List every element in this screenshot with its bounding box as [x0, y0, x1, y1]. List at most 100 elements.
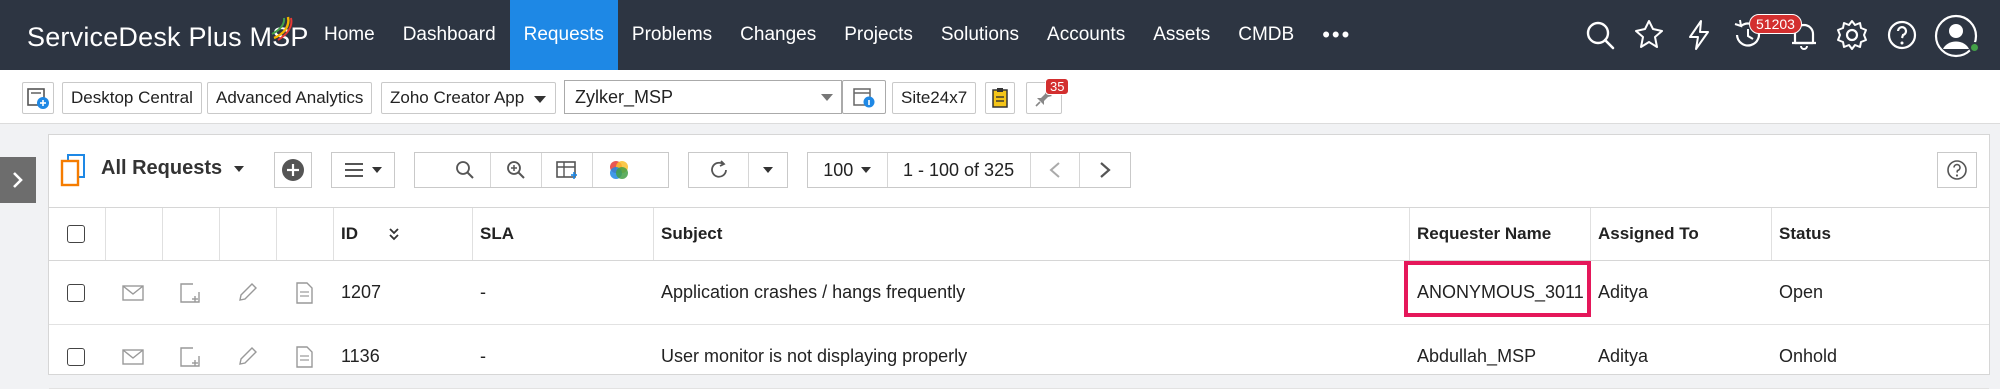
search-icon[interactable]	[1583, 18, 1617, 52]
add-note-icon[interactable]	[179, 261, 201, 324]
color-palette-icon	[609, 161, 628, 179]
requests-list-panel: All Requests 100 1 - 100 of 325 ID SLA S…	[48, 134, 1990, 389]
request-assigned-to[interactable]: Aditya	[1598, 261, 1648, 324]
zoho-creator-label: Zoho Creator App	[390, 88, 525, 107]
plus-circle-icon	[282, 159, 304, 181]
clipboard-button[interactable]	[985, 82, 1015, 114]
refresh-group	[688, 152, 788, 188]
select-all-checkbox[interactable]	[67, 208, 85, 260]
column-header-subject[interactable]: Subject	[661, 208, 722, 260]
nav-home[interactable]: Home	[310, 0, 389, 70]
chevron-down-icon	[234, 165, 245, 172]
zoho-creator-dropdown[interactable]: Zoho Creator App	[381, 82, 556, 114]
clipboard-icon	[992, 88, 1008, 108]
chevron-left-icon	[1049, 162, 1060, 178]
chevron-down-icon	[821, 94, 833, 101]
nav-requests[interactable]: Requests	[509, 0, 618, 70]
email-icon[interactable]	[122, 325, 144, 388]
nav-problems[interactable]: Problems	[618, 0, 726, 70]
request-subject[interactable]: User monitor is not displaying properly	[661, 325, 967, 388]
gear-icon[interactable]	[1835, 18, 1869, 52]
chevron-down-icon	[372, 167, 382, 173]
add-window-icon	[27, 88, 49, 109]
view-selector[interactable]: All Requests	[101, 157, 245, 180]
checkbox[interactable]	[67, 225, 85, 243]
actions-menu-button[interactable]	[331, 152, 395, 188]
add-note-icon[interactable]	[179, 325, 201, 388]
nav-projects[interactable]: Projects	[830, 0, 927, 70]
edit-icon[interactable]	[236, 261, 258, 324]
add-integration-button[interactable]	[22, 82, 54, 114]
sort-descending-icon	[389, 228, 399, 241]
nav-solutions[interactable]: Solutions	[927, 0, 1033, 70]
refresh-button[interactable]	[689, 153, 749, 187]
table-row[interactable]: 1136 - User monitor is not displaying pr…	[49, 325, 1989, 389]
brand-logo[interactable]: ServiceDesk Plus MSP	[27, 22, 309, 53]
column-header-status[interactable]: Status	[1779, 208, 1831, 260]
request-assigned-to[interactable]: Aditya	[1598, 325, 1648, 388]
request-id[interactable]: 1136	[341, 325, 380, 388]
account-details-button[interactable]	[842, 80, 886, 114]
expand-sidebar-button[interactable]	[0, 157, 36, 203]
checkbox[interactable]	[67, 283, 85, 302]
request-list-icon	[60, 154, 85, 187]
request-id[interactable]: 1207	[341, 261, 381, 324]
account-select-value: Zylker_MSP	[575, 86, 674, 107]
help-icon[interactable]	[1885, 18, 1919, 52]
request-requester[interactable]: Abdullah_MSP	[1417, 325, 1536, 388]
nav-more-button[interactable]: •••	[1308, 0, 1365, 70]
column-header-sla[interactable]: SLA	[480, 208, 514, 260]
page-size-select[interactable]: 100	[808, 153, 888, 187]
nav-cmdb[interactable]: CMDB	[1224, 0, 1308, 70]
advanced-analytics-button[interactable]: Advanced Analytics	[207, 82, 373, 114]
zoom-search-button[interactable]	[491, 153, 542, 187]
column-header-assigned-to[interactable]: Assigned To	[1598, 208, 1699, 260]
account-select[interactable]: Zylker_MSP	[564, 80, 842, 114]
notification-count-badge: 51203	[1749, 14, 1802, 34]
next-page-button[interactable]	[1080, 153, 1130, 187]
column-chooser-button[interactable]	[542, 153, 593, 187]
calendar-info-icon	[853, 88, 875, 108]
integration-toolbar: Desktop Central Advanced Analytics Zoho …	[0, 70, 2000, 124]
help-icon	[1947, 160, 1967, 180]
nav-dashboard[interactable]: Dashboard	[389, 0, 510, 70]
help-button[interactable]	[1937, 152, 1977, 188]
previous-page-button[interactable]	[1031, 153, 1081, 187]
request-status[interactable]: Onhold	[1779, 325, 1837, 388]
checkbox[interactable]	[67, 347, 85, 366]
request-status[interactable]: Open	[1779, 261, 1823, 324]
column-header-id-label: ID	[341, 224, 358, 243]
document-icon[interactable]	[294, 325, 314, 388]
table-row[interactable]: 1207 - Application crashes / hangs frequ…	[49, 261, 1989, 325]
document-icon[interactable]	[294, 261, 314, 324]
nav-accounts[interactable]: Accounts	[1033, 0, 1139, 70]
email-icon[interactable]	[122, 261, 144, 324]
row-checkbox[interactable]	[67, 325, 85, 388]
desktop-central-button[interactable]: Desktop Central	[62, 82, 202, 114]
new-request-button[interactable]	[274, 152, 312, 188]
table-header: ID SLA Subject Requester Name Assigned T…	[49, 207, 1989, 261]
nav-changes[interactable]: Changes	[726, 0, 830, 70]
row-checkbox[interactable]	[67, 261, 85, 324]
online-status-dot	[1969, 42, 1980, 53]
color-legend-button[interactable]	[593, 153, 644, 187]
list-toolbar: All Requests 100 1 - 100 of 325	[49, 135, 1989, 207]
column-header-requester[interactable]: Requester Name	[1417, 208, 1551, 260]
quick-actions-icon[interactable]	[1632, 18, 1666, 52]
edit-icon[interactable]	[236, 325, 258, 388]
chevron-right-icon	[13, 172, 23, 188]
refresh-options-button[interactable]	[749, 153, 787, 187]
nav-assets[interactable]: Assets	[1139, 0, 1224, 70]
request-sla: -	[480, 346, 486, 366]
menu-lines-icon	[345, 163, 363, 177]
column-header-id[interactable]: ID	[341, 208, 400, 260]
request-subject[interactable]: Application crashes / hangs frequently	[661, 261, 965, 324]
requester-highlight-box	[1404, 261, 1591, 317]
lightning-icon[interactable]	[1682, 18, 1716, 52]
zoom-in-icon	[507, 161, 525, 179]
chevron-down-icon	[763, 167, 773, 173]
table-columns-icon	[556, 161, 577, 179]
view-tools-group	[414, 152, 669, 188]
site24x7-button[interactable]: Site24x7	[892, 82, 977, 114]
search-button[interactable]	[439, 153, 491, 187]
